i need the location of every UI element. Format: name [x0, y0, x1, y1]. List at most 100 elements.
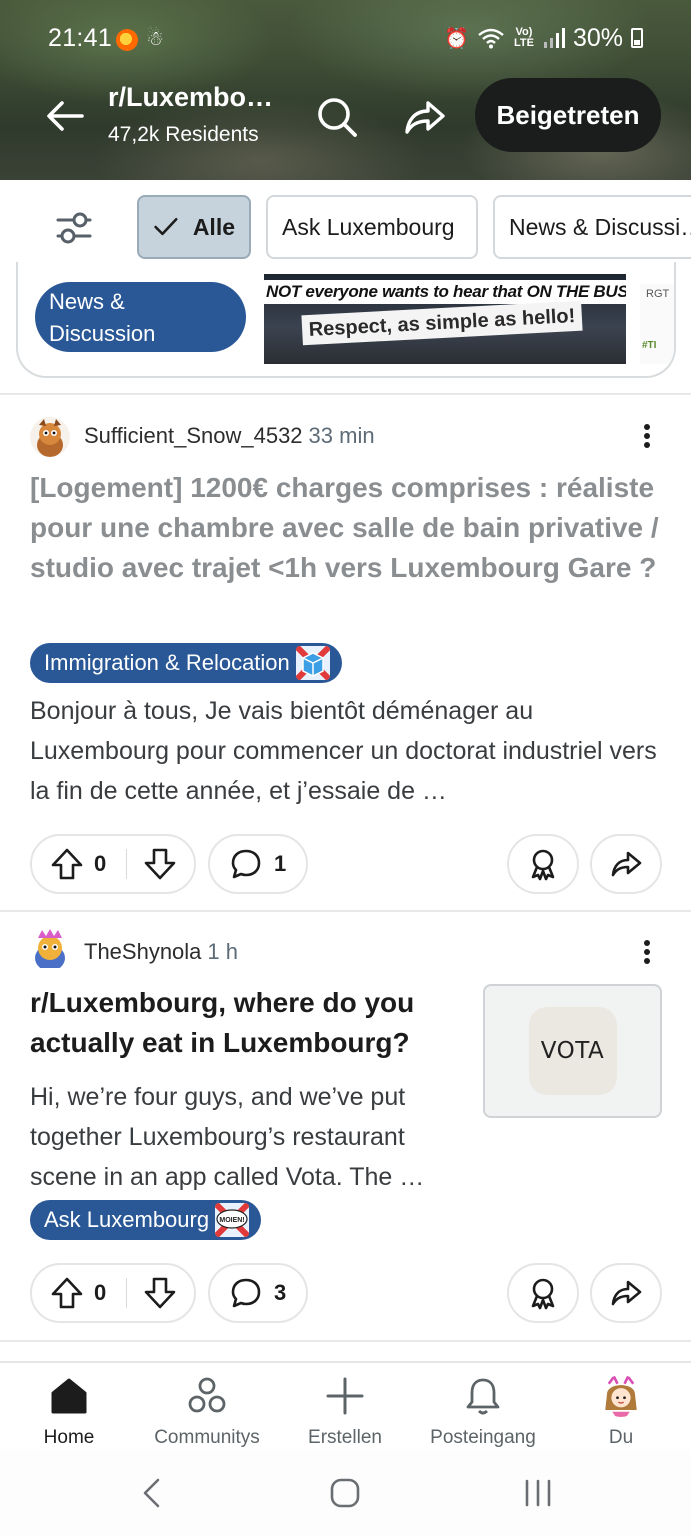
pinned-flair: News & Discussion: [35, 282, 246, 352]
comment-icon: [231, 849, 261, 879]
post-meta: TheShynola 1 h: [84, 939, 238, 965]
checkmark-icon: [154, 217, 178, 236]
post-title[interactable]: [Logement] 1200€ charges comprises : réa…: [30, 468, 670, 588]
community-name: r/Luxembo…: [108, 82, 274, 112]
vote-separator: [126, 849, 127, 879]
post-flair[interactable]: Ask Luxembourg MOIEN!: [30, 1200, 262, 1240]
share-post-button[interactable]: [590, 1263, 662, 1323]
image-caption-bottom: Respect, as simple as hello!: [301, 300, 583, 346]
community-header: 21:41 ☃ ⏰ Vo) LTE 30% r/Luxembo… 47,2k R…: [0, 0, 691, 180]
share-post-button[interactable]: [590, 834, 662, 894]
chip-label: News & Discussi…: [509, 213, 691, 240]
share-icon[interactable]: [402, 94, 448, 140]
status-bar: 21:41 ☃ ⏰ Vo) LTE 30%: [0, 0, 691, 78]
post-card[interactable]: TheShynola 1 h r/Luxembourg, where do you…: [0, 912, 691, 1342]
author-name[interactable]: Sufficient_Snow_4532: [84, 423, 303, 448]
post-title[interactable]: r/Luxembourg, where do you actually eat …: [30, 983, 450, 1063]
pinned-post-card[interactable]: News & Discussion NOT everyone wants to …: [16, 262, 676, 378]
plus-icon: [326, 1377, 364, 1415]
award-icon: [531, 1278, 555, 1310]
award-icon: [531, 849, 555, 881]
alarm-icon: ⏰: [444, 27, 469, 50]
bottom-navigation: Home Communitys Erstellen Posteingang Du: [0, 1361, 691, 1449]
nav-create[interactable]: Erstellen: [276, 1363, 414, 1451]
system-recents-icon[interactable]: [522, 1477, 554, 1509]
pinned-post-image: NOT everyone wants to hear that ON THE B…: [264, 274, 626, 364]
battery-icon: [631, 28, 643, 48]
chip-ask-luxembourg[interactable]: Ask Luxembourg: [266, 195, 478, 259]
side-image-text: #TI: [642, 340, 657, 351]
award-button[interactable]: [507, 1263, 579, 1323]
battery-percentage: 30%: [572, 23, 623, 52]
author-name[interactable]: TheShynola: [84, 939, 201, 964]
vote-separator: [126, 1278, 127, 1308]
filter-settings-icon[interactable]: [54, 208, 94, 248]
post-body-preview[interactable]: Hi, we’re four guys, and we’ve put toget…: [30, 1077, 470, 1197]
nav-home[interactable]: Home: [0, 1363, 138, 1451]
accessibility-icon: ☃: [146, 28, 164, 50]
nav-label: Du: [608, 1427, 634, 1448]
flair-emoji-text: MOIEN!: [219, 1217, 244, 1224]
nav-inbox[interactable]: Posteingang: [414, 1363, 552, 1451]
chip-all[interactable]: Alle: [137, 195, 251, 259]
comment-count: 3: [274, 1280, 287, 1305]
upvote-icon[interactable]: [48, 1274, 86, 1312]
bell-icon: [466, 1378, 500, 1415]
home-icon: [51, 1378, 87, 1414]
post-thumbnail[interactable]: VOTA: [483, 984, 662, 1118]
author-avatar[interactable]: [30, 928, 70, 968]
flair-label: Ask Luxembourg: [44, 1207, 210, 1232]
pinned-side-image: RGT #TI: [640, 284, 674, 364]
comment-count: 1: [274, 851, 287, 876]
status-indicators: ⏰ Vo) LTE 30%: [444, 22, 643, 54]
side-image-text: RGT: [646, 288, 670, 300]
share-icon: [611, 1280, 642, 1306]
joined-button[interactable]: Beigetreten: [475, 78, 661, 152]
divider: [0, 1340, 691, 1342]
nav-label: Posteingang: [430, 1427, 536, 1448]
share-icon: [611, 851, 642, 877]
nav-label: Home: [43, 1427, 95, 1448]
user-avatar: [600, 1375, 642, 1417]
wifi-icon: [478, 28, 504, 49]
post-meta: Sufficient_Snow_4532 33 min: [84, 423, 375, 449]
post-card[interactable]: Sufficient_Snow_4532 33 min [Logement] 12…: [0, 395, 691, 910]
vote-control: 0: [30, 1263, 196, 1323]
app-notification-icon: [116, 29, 138, 51]
upvote-icon[interactable]: [48, 845, 86, 883]
more-options-icon[interactable]: [636, 937, 658, 967]
downvote-icon[interactable]: [141, 845, 179, 883]
communities-icon: [188, 1377, 226, 1413]
moien-speech-bubble-icon: MOIEN!: [215, 1203, 250, 1237]
vote-count: 0: [94, 1280, 107, 1305]
downvote-icon[interactable]: [141, 1274, 179, 1312]
more-options-icon[interactable]: [636, 421, 658, 451]
nav-profile[interactable]: Du: [552, 1363, 690, 1451]
vota-logo: VOTA: [528, 1007, 617, 1095]
system-home-icon[interactable]: [329, 1477, 361, 1509]
chip-all-label: Alle: [192, 213, 235, 240]
award-button[interactable]: [507, 834, 579, 894]
search-icon[interactable]: [314, 94, 360, 140]
comments-button[interactable]: 3: [208, 1263, 308, 1323]
nav-label: Communitys: [154, 1427, 260, 1448]
comments-button[interactable]: 1: [208, 834, 308, 894]
system-navigation-bar: [0, 1449, 691, 1536]
chip-news-discussion[interactable]: News & Discussi…: [493, 195, 691, 259]
back-arrow-icon[interactable]: [44, 95, 86, 137]
author-avatar[interactable]: [30, 417, 70, 457]
vote-count: 0: [94, 851, 107, 876]
comment-icon: [231, 1278, 261, 1308]
relocation-box-icon: [295, 646, 330, 680]
nav-communities[interactable]: Communitys: [138, 1363, 276, 1451]
vote-control: 0: [30, 834, 196, 894]
status-time: 21:41: [48, 24, 113, 52]
post-body-preview[interactable]: Bonjour à tous, Je vais bientôt déménage…: [30, 691, 670, 811]
post-time: 1 h: [207, 939, 239, 964]
flair-label: Immigration & Relocation: [44, 650, 290, 675]
signal-icon: [543, 28, 565, 48]
post-time: 33 min: [308, 423, 375, 448]
post-filter-bar: Alle Ask Luxembourg News & Discussi…: [0, 180, 691, 272]
system-back-icon[interactable]: [138, 1477, 166, 1509]
post-flair[interactable]: Immigration & Relocation: [30, 643, 342, 683]
